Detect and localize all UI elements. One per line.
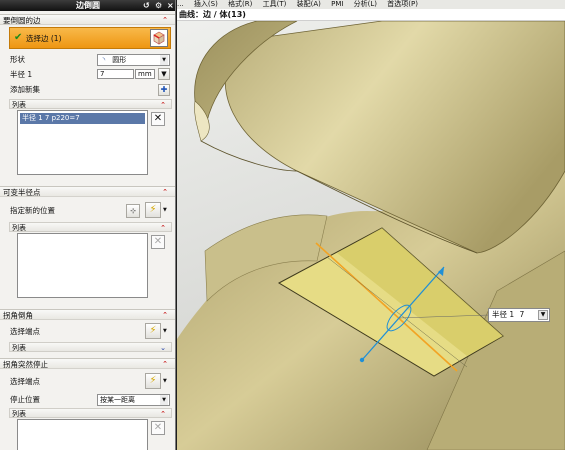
chevron-down-icon: ▼ — [160, 55, 168, 65]
list-label: 列表 — [12, 410, 26, 418]
menu-item[interactable]: 工具(T) — [263, 0, 287, 8]
section-variable-radius[interactable]: 可变半径点 ⌃ — [0, 186, 175, 198]
edge-blend-dialog: 边倒圆 ↺ ⚙ × 要倒圆的边 ⌃ ✔ 选择边 (1) 形状 ◝ 圆形 ▼ 半径… — [0, 0, 176, 450]
collapse-chevron-icon[interactable]: ⌃ — [160, 223, 166, 234]
undo-icon[interactable]: ↺ — [143, 0, 150, 11]
radius-value: 7 — [100, 70, 105, 78]
close-icon[interactable]: × — [167, 0, 174, 11]
select-edge-row[interactable]: ✔ 选择边 (1) — [9, 27, 171, 49]
list-label: 列表 — [12, 101, 26, 109]
section-corner-stop[interactable]: 拐角突然停止 ⌃ — [0, 358, 175, 370]
remove-item-icon[interactable]: ✕ — [151, 112, 165, 126]
list-label: 列表 — [12, 224, 26, 232]
add-new-set-icon[interactable]: ✚ — [158, 84, 170, 96]
arc-shape-icon: ◝ — [102, 56, 106, 64]
remove-item-icon[interactable]: ✕ — [151, 235, 165, 249]
select-endpoint-label: 选择端点 — [10, 327, 40, 336]
radius-set-list[interactable]: 半径 1 7 p220=7 — [17, 110, 148, 175]
chevron-down-icon: ▼ — [160, 395, 168, 405]
chevron-down-icon[interactable]: ▼ — [163, 328, 167, 334]
graphics-viewport[interactable]: ... 插入(S) 格式(R) 工具(T) 装配(A) PMI 分析(L) 首选… — [177, 0, 565, 450]
collapse-chevron-icon[interactable]: ⌃ — [162, 15, 168, 26]
radius-options-icon[interactable]: ▼ — [158, 68, 170, 80]
select-edge-label: 选择边 (1) — [26, 34, 62, 43]
stop-location-label: 停止位置 — [10, 395, 40, 404]
section-corner-setback-label: 拐角倒角 — [3, 311, 33, 320]
shape-select[interactable]: ◝ 圆形 ▼ — [97, 54, 170, 66]
specify-location-label: 指定新的位置 — [10, 206, 55, 215]
radius-tag-label: 半径 1 — [492, 310, 515, 319]
selection-status: 曲线：边 / 体(13) — [177, 9, 565, 21]
list4-subsection[interactable]: 列表 ⌃ — [9, 408, 172, 418]
section-corner-setback[interactable]: 拐角倒角 ⌃ — [0, 309, 175, 321]
menu-item[interactable]: 插入(S) — [194, 0, 218, 8]
shape-value: 圆形 — [112, 56, 127, 64]
list-label: 列表 — [12, 344, 26, 352]
unit-select[interactable]: mm — [135, 69, 155, 79]
dialog-title-text: 边倒圆 — [76, 1, 100, 10]
chevron-down-icon[interactable]: ▼ — [538, 310, 548, 320]
variable-points-list[interactable] — [17, 233, 148, 298]
stop-location-select[interactable]: 按某一距离 ▼ — [97, 394, 170, 406]
chevron-down-icon[interactable]: ▼ — [163, 207, 167, 213]
radius-tag-value: 7 — [519, 310, 525, 319]
endpoint-snap-icon[interactable]: ⚡ — [145, 373, 161, 389]
chevron-down-icon[interactable]: ▼ — [163, 378, 167, 384]
point-dialog-icon[interactable]: ⊹ — [126, 204, 140, 218]
list-item[interactable]: 半径 1 7 p220=7 — [20, 113, 145, 124]
select-edge-cube-icon[interactable] — [150, 29, 168, 47]
gear-icon[interactable]: ⚙ — [155, 0, 162, 11]
stop-points-list[interactable] — [17, 419, 148, 450]
list-subsection[interactable]: 列表 ⌃ — [9, 99, 172, 109]
menu-item[interactable]: PMI — [331, 0, 343, 8]
select-endpoint-label: 选择端点 — [10, 377, 40, 386]
point-snap-icon[interactable]: ⚡ — [145, 202, 161, 218]
menu-item[interactable]: 分析(L) — [354, 0, 377, 8]
menu-item[interactable]: 装配(A) — [297, 0, 321, 8]
menu-item[interactable]: 首选项(P) — [387, 0, 418, 8]
section-variable-radius-label: 可变半径点 — [3, 188, 41, 197]
collapse-chevron-icon[interactable]: ⌃ — [162, 187, 168, 198]
radius-input[interactable]: 7 — [97, 69, 134, 79]
collapse-chevron-icon[interactable]: ⌃ — [162, 359, 168, 370]
collapse-chevron-icon[interactable]: ⌃ — [160, 100, 166, 111]
radius-label: 半径 1 — [10, 70, 33, 79]
section-corner-stop-label: 拐角突然停止 — [3, 360, 48, 369]
remove-item-icon[interactable]: ✕ — [151, 421, 165, 435]
unit-value: mm — [138, 70, 152, 78]
collapse-chevron-icon[interactable]: ⌃ — [162, 310, 168, 321]
menu-item[interactable]: 格式(R) — [228, 0, 252, 8]
list2-subsection[interactable]: 列表 ⌃ — [9, 222, 172, 232]
section-edges-label: 要倒圆的边 — [3, 16, 41, 25]
menu-item[interactable]: ... — [177, 0, 184, 8]
stop-location-value: 按某一距离 — [100, 396, 135, 404]
radius-onscreen-input[interactable]: 半径 1 7 ▼ — [488, 308, 550, 322]
collapse-chevron-icon[interactable]: ⌃ — [160, 409, 166, 420]
add-new-set-label: 添加新集 — [10, 85, 40, 94]
check-icon: ✔ — [14, 32, 23, 43]
menu-bar: ... 插入(S) 格式(R) 工具(T) 装配(A) PMI 分析(L) 首选… — [177, 0, 565, 9]
endpoint-snap-icon[interactable]: ⚡ — [145, 323, 161, 339]
list3-subsection[interactable]: 列表 ⌄ — [9, 342, 172, 352]
model-scene[interactable] — [177, 21, 565, 450]
shape-label: 形状 — [10, 55, 25, 64]
expand-chevron-icon[interactable]: ⌄ — [160, 343, 166, 354]
dialog-title: 边倒圆 ↺ ⚙ × — [0, 0, 175, 11]
section-edges-to-blend[interactable]: 要倒圆的边 ⌃ — [0, 14, 175, 26]
vector-origin-point — [359, 357, 365, 363]
